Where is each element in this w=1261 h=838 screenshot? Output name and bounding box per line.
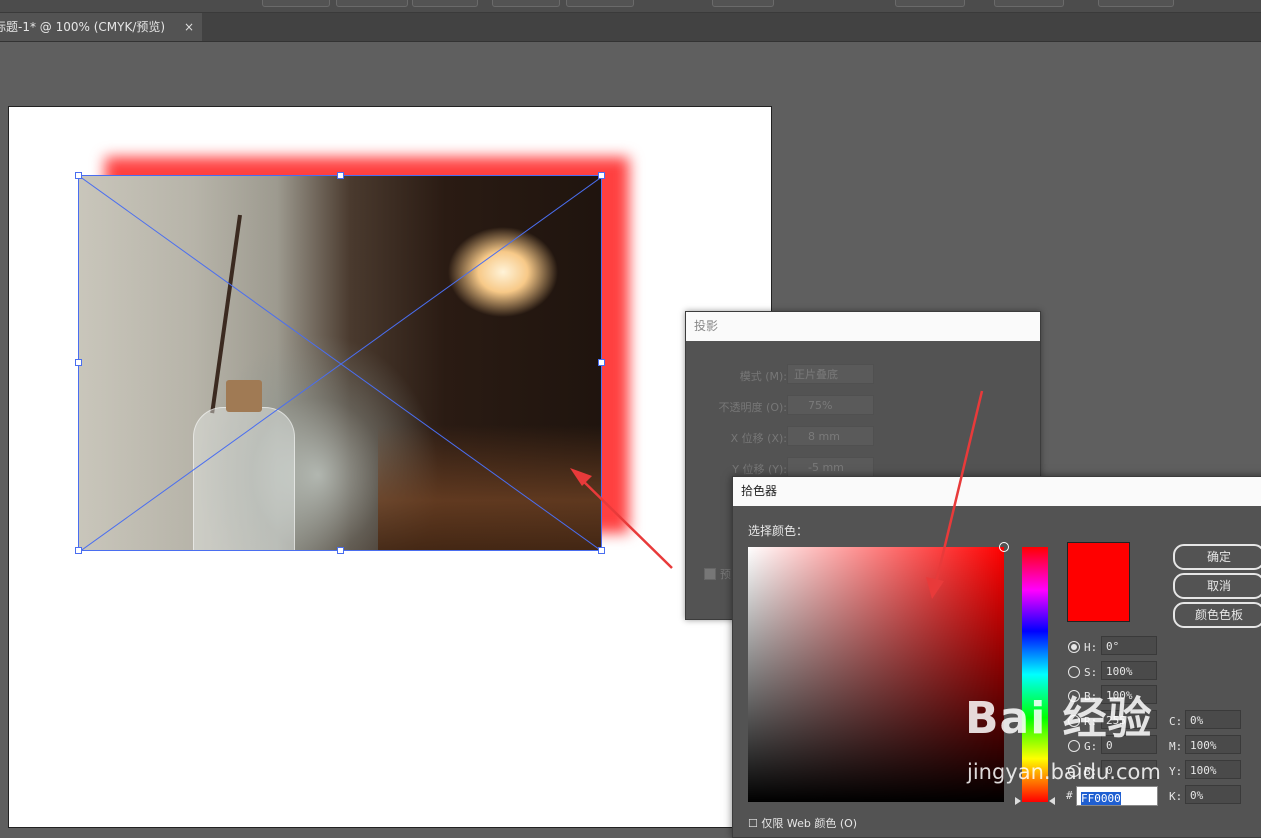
k-label: K:: [1169, 790, 1183, 803]
document-tab-bar: 标题-1* @ 100% (CMYK/预览) ×: [0, 13, 1261, 42]
resize-handle-left[interactable]: [75, 359, 82, 366]
s-label: S:: [1084, 666, 1098, 679]
close-icon[interactable]: ×: [184, 13, 194, 41]
color-cursor[interactable]: [999, 542, 1009, 552]
new-color-swatch: [1067, 542, 1130, 622]
control-button[interactable]: [566, 0, 634, 7]
selection-frame[interactable]: [78, 175, 603, 552]
control-field[interactable]: [994, 0, 1064, 7]
resize-handle-top[interactable]: [337, 172, 344, 179]
mode-label: 模式 (M):: [739, 370, 787, 383]
document-tab[interactable]: 标题-1* @ 100% (CMYK/预览) ×: [0, 13, 202, 41]
k-field[interactable]: 0%: [1185, 785, 1241, 804]
control-button[interactable]: [412, 0, 478, 7]
resize-handle-top-left[interactable]: [75, 172, 82, 179]
m-label: M:: [1169, 740, 1183, 753]
hue-slider-right-arrow[interactable]: [1049, 797, 1055, 805]
s-radio[interactable]: [1068, 666, 1080, 678]
y-field[interactable]: 100%: [1185, 760, 1241, 779]
control-button[interactable]: [492, 0, 560, 7]
resize-handle-right[interactable]: [598, 359, 605, 366]
preview-checkbox[interactable]: [704, 568, 716, 580]
control-field[interactable]: [895, 0, 965, 7]
watermark-logo: Bai 经验: [965, 693, 1153, 744]
y-label: Y:: [1169, 765, 1183, 778]
annotation-arrow: [926, 390, 984, 599]
select-color-label: 选择颜色：: [748, 524, 809, 538]
preview-label: 预: [720, 568, 731, 581]
mode-row: 模式 (M): 正片叠底: [686, 364, 1040, 386]
m-field[interactable]: 100%: [1185, 735, 1241, 754]
color-swatches-button[interactable]: 颜色色板: [1173, 602, 1261, 628]
hex-label: #: [1066, 789, 1073, 802]
hex-field[interactable]: FF0000: [1076, 786, 1158, 806]
dialog-title: 投影: [686, 312, 1040, 341]
control-button[interactable]: [262, 0, 330, 7]
resize-handle-top-right[interactable]: [598, 172, 605, 179]
x-offset-field[interactable]: 8 mm: [787, 426, 874, 446]
only-web-colors-checkbox[interactable]: ☐ 仅限 Web 颜色 (O): [748, 815, 857, 831]
mode-select[interactable]: 正片叠底: [787, 364, 874, 384]
control-field[interactable]: [1098, 0, 1174, 7]
resize-handle-bottom-left[interactable]: [75, 547, 82, 554]
y-offset-field[interactable]: -5 mm: [787, 457, 874, 477]
y-offset-label: Y 位移 (Y):: [732, 463, 787, 476]
only-web-colors-label: 仅限 Web 颜色 (O): [761, 817, 858, 830]
resize-handle-bottom[interactable]: [337, 547, 344, 554]
dialog-title: 拾色器: [733, 477, 1261, 506]
x-offset-label: X 位移 (X):: [730, 432, 787, 445]
h-label: H:: [1084, 641, 1098, 654]
h-field[interactable]: 0°: [1101, 636, 1157, 655]
baidu-watermark: Bai 经验 jingyan.baidu.com: [965, 682, 1161, 784]
opacity-field[interactable]: 75%: [787, 395, 874, 415]
annotation-arrow: [570, 468, 673, 569]
hue-slider-left-arrow[interactable]: [1015, 797, 1021, 805]
h-radio[interactable]: [1068, 641, 1080, 653]
watermark-url: jingyan.baidu.com: [967, 760, 1161, 784]
hex-value: FF0000: [1081, 792, 1121, 805]
cancel-button[interactable]: 取消: [1173, 573, 1261, 599]
control-button[interactable]: [336, 0, 408, 7]
frame-cross-lines: [79, 176, 603, 552]
c-label: C:: [1169, 715, 1183, 728]
s-field[interactable]: 100%: [1101, 661, 1157, 680]
opacity-label: 不透明度 (O):: [718, 401, 787, 414]
document-tab-title: 标题-1* @ 100% (CMYK/预览): [0, 20, 166, 34]
control-field[interactable]: [712, 0, 774, 7]
control-bar: [0, 0, 1261, 13]
ok-button[interactable]: 确定: [1173, 544, 1261, 570]
c-field[interactable]: 0%: [1185, 710, 1241, 729]
